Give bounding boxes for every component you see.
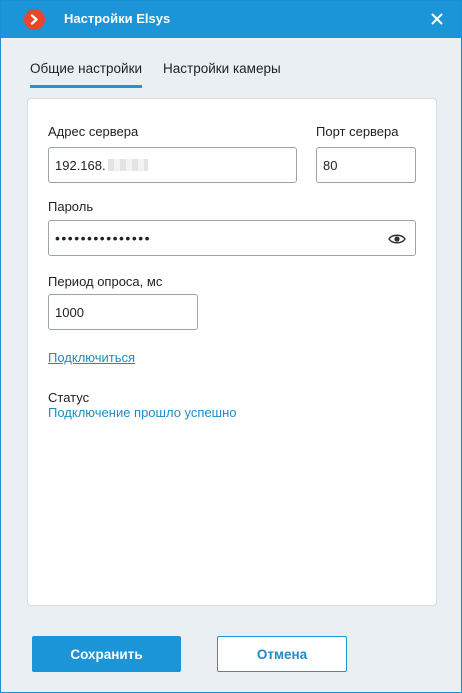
close-icon[interactable] [429, 11, 445, 27]
eye-icon[interactable] [388, 232, 406, 246]
title-bar: Настройки Elsys [1, 1, 461, 38]
poll-period-label: Период опроса, мс [48, 274, 163, 289]
settings-dialog: Настройки Elsys Общие настройки Настройк… [0, 0, 462, 693]
server-address-value: 192.168. [55, 157, 106, 173]
password-input[interactable]: ••••••••••••••• [48, 220, 416, 256]
password-label: Пароль [48, 199, 94, 214]
poll-period-input[interactable]: 1000 [48, 294, 198, 330]
cancel-button[interactable]: Отмена [217, 636, 347, 672]
save-button[interactable]: Сохранить [32, 636, 181, 672]
status-value: Подключение прошло успешно [48, 405, 237, 420]
server-port-input[interactable]: 80 [316, 147, 416, 183]
server-port-label: Порт сервера [316, 124, 399, 139]
settings-panel: Адрес сервера 192.168. Порт сервера 80 П… [27, 98, 437, 606]
password-value: ••••••••••••••• [55, 230, 152, 246]
tab-general-settings[interactable]: Общие настройки [30, 61, 143, 88]
connect-link[interactable]: Подключиться [48, 350, 135, 365]
tab-camera-settings[interactable]: Настройки камеры [163, 61, 281, 76]
status-label: Статус [48, 390, 90, 405]
server-address-input[interactable]: 192.168. [48, 147, 297, 183]
poll-period-value: 1000 [55, 304, 84, 320]
redacted-address-part [107, 159, 148, 171]
window-title: Настройки Elsys [64, 11, 171, 26]
app-logo-icon [24, 9, 45, 30]
server-address-label: Адрес сервера [48, 124, 139, 139]
server-port-value: 80 [323, 157, 338, 173]
